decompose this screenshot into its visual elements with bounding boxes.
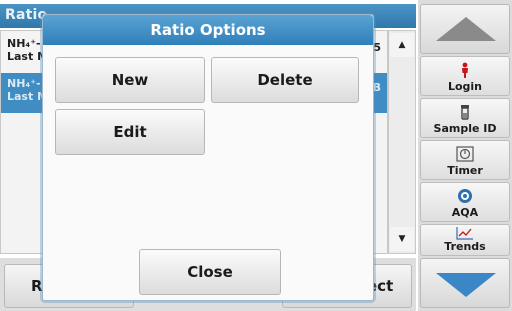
instrument-screen: Ratio NH₄⁺- Last M 5 NH₄⁺- Last M SB ▲ ▼…: [0, 0, 512, 311]
background-title: Ratio: [5, 7, 48, 23]
trends-label: Trends: [444, 240, 486, 253]
new-button-label: New: [111, 71, 149, 89]
dialog-title: Ratio Options: [150, 21, 266, 39]
dialog-header: Ratio Options: [43, 15, 373, 45]
edit-button-label: Edit: [113, 123, 147, 141]
login-button[interactable]: Login: [420, 56, 510, 96]
trend-chart-icon: [456, 225, 474, 240]
target-icon: [457, 186, 473, 206]
vial-icon: [459, 102, 471, 122]
caret-down-icon: ▼: [398, 234, 406, 244]
timer-label: Timer: [447, 164, 483, 177]
ratio-options-dialog: Ratio Options New Delete Edit Close: [42, 14, 374, 301]
aqa-label: AQA: [451, 206, 479, 219]
scroll-down-button[interactable]: ▼: [390, 227, 414, 251]
scroll-up-button[interactable]: ▲: [390, 33, 414, 57]
list-item-suffix: 5: [373, 41, 381, 54]
list-item-line1: NH₄⁺-: [7, 37, 41, 50]
triangle-down-icon: [436, 273, 496, 297]
delete-button-label: Delete: [257, 71, 313, 89]
close-button-label: Close: [187, 263, 233, 281]
caret-up-icon: ▲: [398, 40, 406, 50]
side-panel: Login Sample ID Timer AQA Trends: [418, 0, 512, 311]
edit-button[interactable]: Edit: [55, 109, 205, 155]
list-scrollbar[interactable]: ▲ ▼: [388, 30, 416, 254]
new-button[interactable]: New: [55, 57, 205, 103]
timer-button[interactable]: Timer: [420, 140, 510, 180]
delete-button[interactable]: Delete: [211, 57, 359, 103]
triangle-up-icon: [436, 17, 496, 41]
close-button[interactable]: Close: [139, 249, 281, 295]
list-item-line1: NH₄⁺-: [7, 77, 41, 90]
login-label: Login: [447, 80, 483, 93]
aqa-button[interactable]: AQA: [420, 182, 510, 222]
person-icon: [460, 60, 470, 80]
sample-id-button[interactable]: Sample ID: [420, 98, 510, 138]
scroll-down-big-button[interactable]: [420, 258, 510, 308]
sample-id-label: Sample ID: [433, 122, 497, 135]
stopwatch-icon: [456, 144, 474, 164]
trends-button[interactable]: Trends: [420, 224, 510, 256]
scroll-up-big-button[interactable]: [420, 4, 510, 54]
